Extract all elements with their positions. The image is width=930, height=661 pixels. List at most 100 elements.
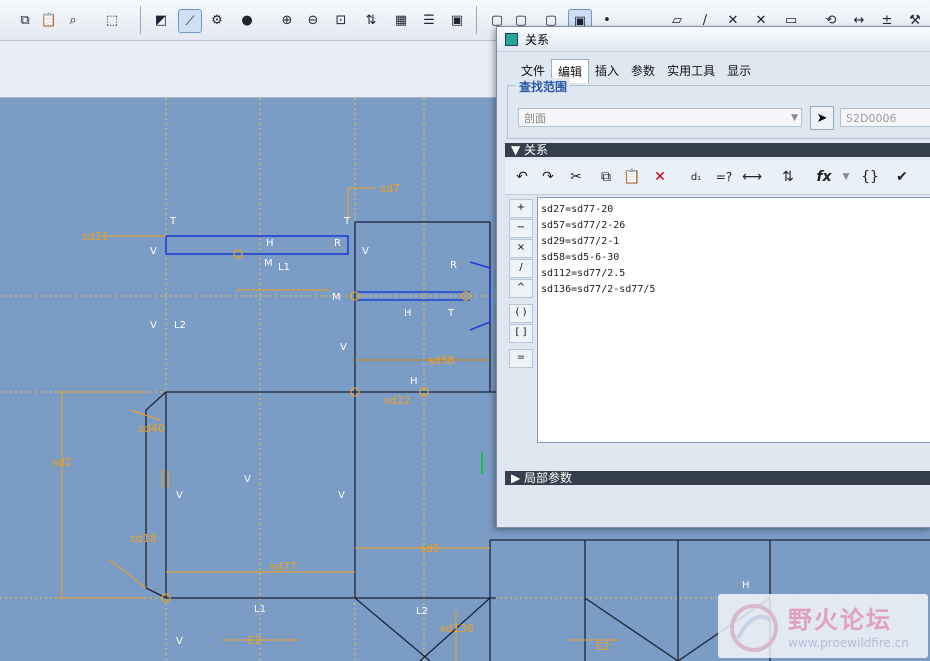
operator-minus-button[interactable]: − [509,219,533,238]
select-box-icon[interactable]: ⬚ [96,9,128,31]
toolbar-divider [476,6,477,34]
redo-icon[interactable]: ↷ [537,166,559,188]
constraint-label: L1 [254,604,266,615]
constraint-label: T [343,216,351,227]
relation-line[interactable]: sd57=sd77/2-26 [541,218,927,234]
zoom-out-icon[interactable]: ⊖ [302,9,324,31]
look-in-object-field[interactable]: S2D0006 [840,108,930,127]
constraint-label: T [169,216,177,227]
dimension-label[interactable]: sd40 [138,422,165,435]
relations-section-title: 关系 [524,143,549,157]
constraint-label: L2 [416,606,428,617]
menu-utilities[interactable]: 实用工具 [661,59,721,83]
menu-parameters[interactable]: 参数 [625,59,661,83]
dimension-label[interactable]: sd5 [420,542,440,555]
relations-toolbar: ↶ ↷ ✂ ⧉ 📋 ✕ d₁ =? ⟷ ⇅ fx ▼ {} ✔ [505,160,930,195]
menu-insert[interactable]: 插入 [589,59,625,83]
dimension-label[interactable]: E2 [248,634,262,647]
operator-brackets-button[interactable]: [ ] [509,324,533,343]
constraint-label: H [410,376,418,387]
dialog-titlebar[interactable]: 关系 [497,27,930,52]
select-object-button[interactable]: ➤ [810,106,834,130]
sort-icon[interactable]: ⇅ [777,166,799,188]
dimension-label[interactable]: sd11 [82,230,109,243]
watermark-title: 野火论坛 [788,605,892,634]
delete-icon[interactable]: ✕ [649,166,671,188]
look-in-title: 查找范围 [516,78,571,95]
chevron-down-icon: ▼ [791,113,798,123]
copy-icon[interactable]: ⧉ [595,166,617,188]
constraint-label: V [150,320,157,331]
dimension-label[interactable]: E2 [596,640,610,653]
operator-plus-button[interactable]: + [509,199,533,218]
constraint-label: M [264,258,273,269]
constraint-label: H [742,580,750,591]
dimension-label[interactable]: sd22 [384,394,411,407]
verify-icon[interactable]: ✔ [891,166,913,188]
constraint-label: L1 [278,262,290,273]
constraint-label: V [150,246,157,257]
local-params-section-header[interactable]: ▶ 局部参数 [505,471,930,485]
operator-parentheses-button[interactable]: ( ) [509,304,533,323]
constraint-label: R [334,238,341,249]
constraint-label: T [447,308,455,319]
paste-icon[interactable]: 📋 [621,166,643,188]
local-params-title: 局部参数 [524,471,573,485]
relation-line[interactable]: sd29=sd77/2-1 [541,234,927,250]
switch-dim-icon[interactable]: d₁ [685,166,707,188]
relation-line[interactable]: sd136=sd77/2-sd77/5 [541,282,927,298]
menu-display[interactable]: 显示 [721,59,757,83]
constraint-label: V [244,474,251,485]
view-manager-icon[interactable]: ▦ [390,9,412,31]
function-button[interactable]: fx [813,166,835,188]
evaluate-icon[interactable]: =? [713,166,735,188]
find-icon[interactable]: ⌕ [62,9,84,31]
undo-icon[interactable]: ↶ [511,166,533,188]
chevron-down-icon[interactable]: ▼ [835,166,857,188]
relation-line[interactable]: sd112=sd77/2.5 [541,266,927,282]
operator-column: + − × / ^ ( ) [ ] = [509,199,533,439]
orient-icon[interactable]: ⇅ [360,9,382,31]
constraint-label: R [450,260,457,271]
cut-icon[interactable]: ✂ [565,166,587,188]
constraint-icon[interactable]: ⟋ [178,9,202,33]
constraint-label: L2 [174,320,186,331]
collapse-triangle-icon: ▼ [511,143,525,157]
setting-icon[interactable]: ⚙ [206,9,228,31]
paste-icon[interactable]: 📋 [38,9,60,31]
show-dimension-icon[interactable]: ⟷ [741,166,763,188]
operator-equals-button[interactable]: = [509,349,533,368]
operator-power-button[interactable]: ^ [509,279,533,298]
dimension-label[interactable]: sd58 [428,354,455,367]
save-view-icon[interactable]: ▣ [446,9,468,31]
operator-divide-button[interactable]: / [509,259,533,278]
sketch-view-icon[interactable]: ◩ [150,9,172,31]
relations-section-header[interactable]: ▼ 关系 [505,143,930,157]
copy-icon[interactable]: ⧉ [14,9,36,31]
relations-editor[interactable]: sd27=sd77-20 sd57=sd77/2-26 sd29=sd77/2-… [537,197,930,443]
watermark: 野火论坛 www.proewildfire.cn [718,594,928,658]
dialog-title: 关系 [525,32,550,47]
look-in-type-select[interactable]: 剖面 ▼ [518,108,802,127]
constraint-label: V [338,490,345,501]
operator-multiply-button[interactable]: × [509,239,533,258]
constraint-label: M [332,292,341,303]
constraint-label: H [266,238,274,249]
relations-dialog: 关系 文件 编辑 插入 参数 实用工具 显示 查找范围 剖面 ▼ ➤ S2D00… [496,26,930,528]
relation-line[interactable]: sd27=sd77-20 [541,202,927,218]
dimension-label[interactable]: sd2 [52,456,72,469]
layers-icon[interactable]: ☰ [418,9,440,31]
braces-icon[interactable]: {} [859,166,881,188]
dimension-label[interactable]: sd18 [130,532,157,545]
dimension-label[interactable]: sd7 [380,182,400,195]
relation-line[interactable]: sd58=sd5-6-30 [541,250,927,266]
dimension-label[interactable]: sd77 [270,560,297,573]
cursor-arrow-icon: ➤ [816,110,828,126]
dimension-label[interactable]: sd136 [440,622,474,635]
constraint-label: V [176,636,183,647]
expand-triangle-icon: ▶ [511,471,525,485]
toolbar-divider [140,6,141,34]
zoom-in-icon[interactable]: ⊕ [276,9,298,31]
shading-sphere-icon[interactable]: ● [236,9,258,31]
refit-icon[interactable]: ⊡ [330,9,352,31]
